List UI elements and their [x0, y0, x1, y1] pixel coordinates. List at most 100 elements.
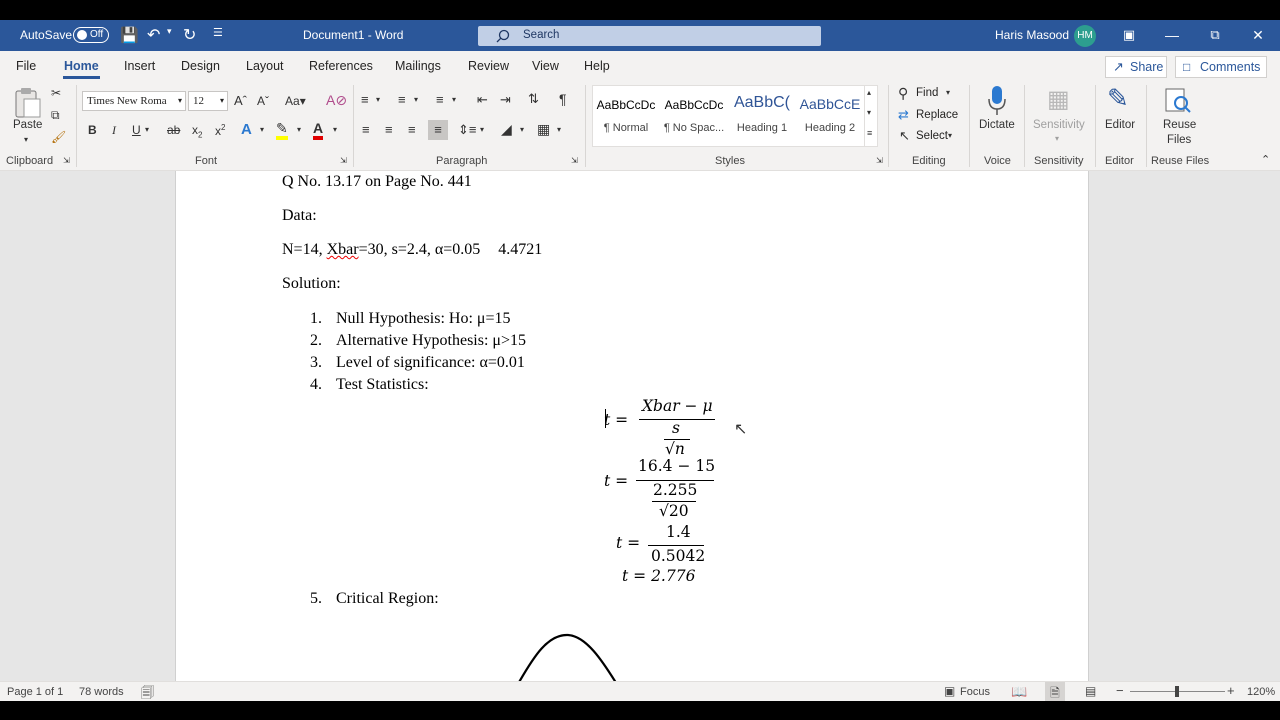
format-painter-icon[interactable]: 🖌 — [51, 130, 66, 144]
zoom-slider-thumb[interactable] — [1175, 686, 1179, 697]
equation-4[interactable]: t = 2.776 — [622, 567, 695, 585]
find-label[interactable]: Find — [916, 87, 938, 99]
microphone-icon[interactable] — [986, 85, 1008, 117]
cut-icon[interactable]: ✂ — [51, 86, 61, 100]
numbering-icon[interactable]: ≡ — [398, 92, 406, 107]
editor-label[interactable]: Editor — [1105, 119, 1135, 131]
font-family-dropdown[interactable]: Times New Roma ▾ — [82, 91, 186, 111]
borders-dropdown-icon[interactable]: ▾ — [557, 125, 561, 134]
style-heading-1[interactable]: AaBbC( Heading 1 — [729, 86, 795, 142]
reuse-label-1[interactable]: Reuse — [1163, 119, 1196, 131]
style-normal[interactable]: AaBbCcDc ¶ Normal — [593, 86, 659, 142]
increase-indent-icon[interactable]: ⇥ — [500, 92, 511, 108]
sort-icon[interactable]: ⇅ — [528, 91, 539, 107]
grow-font-icon[interactable]: Aˆ — [234, 93, 247, 108]
find-icon[interactable]: ⚲ — [898, 85, 908, 102]
comments-button[interactable]: □ Comments — [1175, 56, 1267, 78]
dictate-label[interactable]: Dictate — [979, 119, 1015, 131]
page-count[interactable]: Page 1 of 1 — [7, 686, 63, 698]
bullets-icon[interactable]: ≡ — [361, 92, 369, 107]
shrink-font-icon[interactable]: Aˇ — [257, 94, 269, 108]
underline-icon[interactable]: U — [132, 123, 141, 137]
font-size-dropdown[interactable]: 12 ▾ — [188, 91, 228, 111]
decrease-indent-icon[interactable]: ⇤ — [477, 92, 488, 108]
bell-curve-drawing[interactable] — [506, 626, 626, 681]
search-box[interactable]: Search — [478, 26, 821, 46]
replace-icon[interactable]: ⇄ — [898, 107, 909, 123]
paste-dropdown-icon[interactable]: ▾ — [24, 135, 28, 144]
web-layout-icon[interactable]: ▤ — [1085, 684, 1096, 698]
zoom-out-icon[interactable]: − — [1116, 683, 1124, 698]
collapse-ribbon-icon[interactable]: ⌃ — [1261, 153, 1270, 166]
find-dropdown-icon[interactable]: ▾ — [946, 88, 950, 97]
tab-insert[interactable]: Insert — [124, 59, 155, 73]
shading-dropdown-icon[interactable]: ▾ — [520, 125, 524, 134]
show-paragraph-marks-icon[interactable]: ¶ — [559, 91, 567, 107]
document-page[interactable]: Q No. 13.17 on Page No. 441 Data: N=14, … — [175, 171, 1089, 681]
tab-home[interactable]: Home — [63, 59, 100, 79]
read-mode-icon[interactable]: 📖 — [1011, 684, 1027, 700]
justify-icon[interactable]: ≡ — [428, 120, 448, 140]
editor-icon[interactable]: ✎ — [1107, 83, 1129, 114]
paste-icon[interactable] — [12, 87, 42, 119]
focus-icon[interactable]: ▣ — [944, 684, 955, 698]
ribbon-display-options-icon[interactable]: ▣ — [1117, 24, 1141, 46]
align-center-icon[interactable]: ≡ — [385, 122, 393, 137]
tab-review[interactable]: Review — [468, 59, 509, 73]
style-heading-2[interactable]: AaBbCcE Heading 2 — [797, 86, 863, 142]
redo-icon[interactable]: ↻ — [183, 25, 196, 45]
font-launcher-icon[interactable]: ⇲ — [340, 156, 347, 165]
customize-toolbar-icon[interactable]: ☰ — [213, 26, 223, 39]
zoom-in-icon[interactable]: + — [1227, 683, 1235, 698]
equation-2[interactable]: t = 16.4 − 15 2.255 √20 — [604, 457, 724, 523]
style-no-spacing[interactable]: AaBbCcDc ¶ No Spac... — [661, 86, 727, 142]
print-layout-icon[interactable]: 🗎 — [1045, 682, 1065, 701]
numbering-dropdown-icon[interactable]: ▾ — [414, 95, 418, 104]
highlight-dropdown-icon[interactable]: ▾ — [297, 125, 301, 134]
equation-3[interactable]: t = 1.4 0.5042 — [616, 523, 716, 567]
select-label[interactable]: Select — [916, 130, 948, 142]
tab-design[interactable]: Design — [181, 59, 220, 73]
line-spacing-icon[interactable]: ⇕≡ — [458, 122, 476, 138]
align-left-icon[interactable]: ≡ — [362, 122, 370, 137]
paragraph-launcher-icon[interactable]: ⇲ — [571, 156, 578, 165]
tab-help[interactable]: Help — [584, 59, 610, 73]
select-icon[interactable]: ↖ — [899, 128, 910, 144]
proofing-icon[interactable]: 🗐 — [141, 684, 154, 706]
multilevel-dropdown-icon[interactable]: ▾ — [452, 95, 456, 104]
select-dropdown-icon[interactable]: ▾ — [948, 131, 952, 140]
focus-label[interactable]: Focus — [960, 686, 990, 698]
save-icon[interactable]: 💾 — [120, 26, 139, 44]
italic-icon[interactable]: I — [112, 123, 116, 138]
autosave-toggle[interactable]: Off — [73, 27, 109, 43]
replace-label[interactable]: Replace — [916, 109, 958, 121]
chevron-down-icon[interactable]: ▾ — [867, 108, 871, 117]
word-count[interactable]: 78 words — [79, 686, 124, 698]
superscript-icon[interactable]: x2 — [215, 123, 225, 138]
clear-formatting-icon[interactable]: A⊘ — [326, 92, 347, 109]
bullets-dropdown-icon[interactable]: ▾ — [376, 95, 380, 104]
tab-file[interactable]: File — [16, 59, 36, 73]
minimize-icon[interactable]: — — [1160, 24, 1184, 46]
styles-scroll[interactable]: ▴ ▾ ≡ — [864, 86, 878, 146]
undo-dropdown-icon[interactable]: ▾ — [167, 26, 172, 37]
strikethrough-icon[interactable]: ab — [167, 123, 180, 137]
zoom-level[interactable]: 120% — [1247, 686, 1275, 698]
equation-1[interactable]: t = Xbar − μ s √n — [604, 397, 724, 459]
tab-layout[interactable]: Layout — [246, 59, 284, 73]
restore-icon[interactable]: ⧉ — [1203, 24, 1227, 46]
tab-mailings[interactable]: Mailings — [395, 59, 441, 73]
tab-view[interactable]: View — [532, 59, 559, 73]
user-name[interactable]: Haris Masood — [995, 28, 1069, 42]
tab-references[interactable]: References — [309, 59, 373, 73]
undo-icon[interactable]: ↶ — [147, 25, 160, 45]
underline-dropdown-icon[interactable]: ▾ — [145, 125, 149, 134]
line-spacing-dropdown-icon[interactable]: ▾ — [480, 125, 484, 134]
multilevel-list-icon[interactable]: ≡ — [436, 92, 444, 107]
highlight-icon[interactable]: ✎ — [276, 121, 288, 140]
bold-icon[interactable]: B — [88, 123, 97, 137]
paste-label[interactable]: Paste — [13, 119, 42, 131]
borders-icon[interactable]: ▦ — [537, 121, 550, 138]
text-effects-icon[interactable]: A — [241, 121, 252, 138]
share-button[interactable]: ↗ Share — [1105, 56, 1167, 78]
